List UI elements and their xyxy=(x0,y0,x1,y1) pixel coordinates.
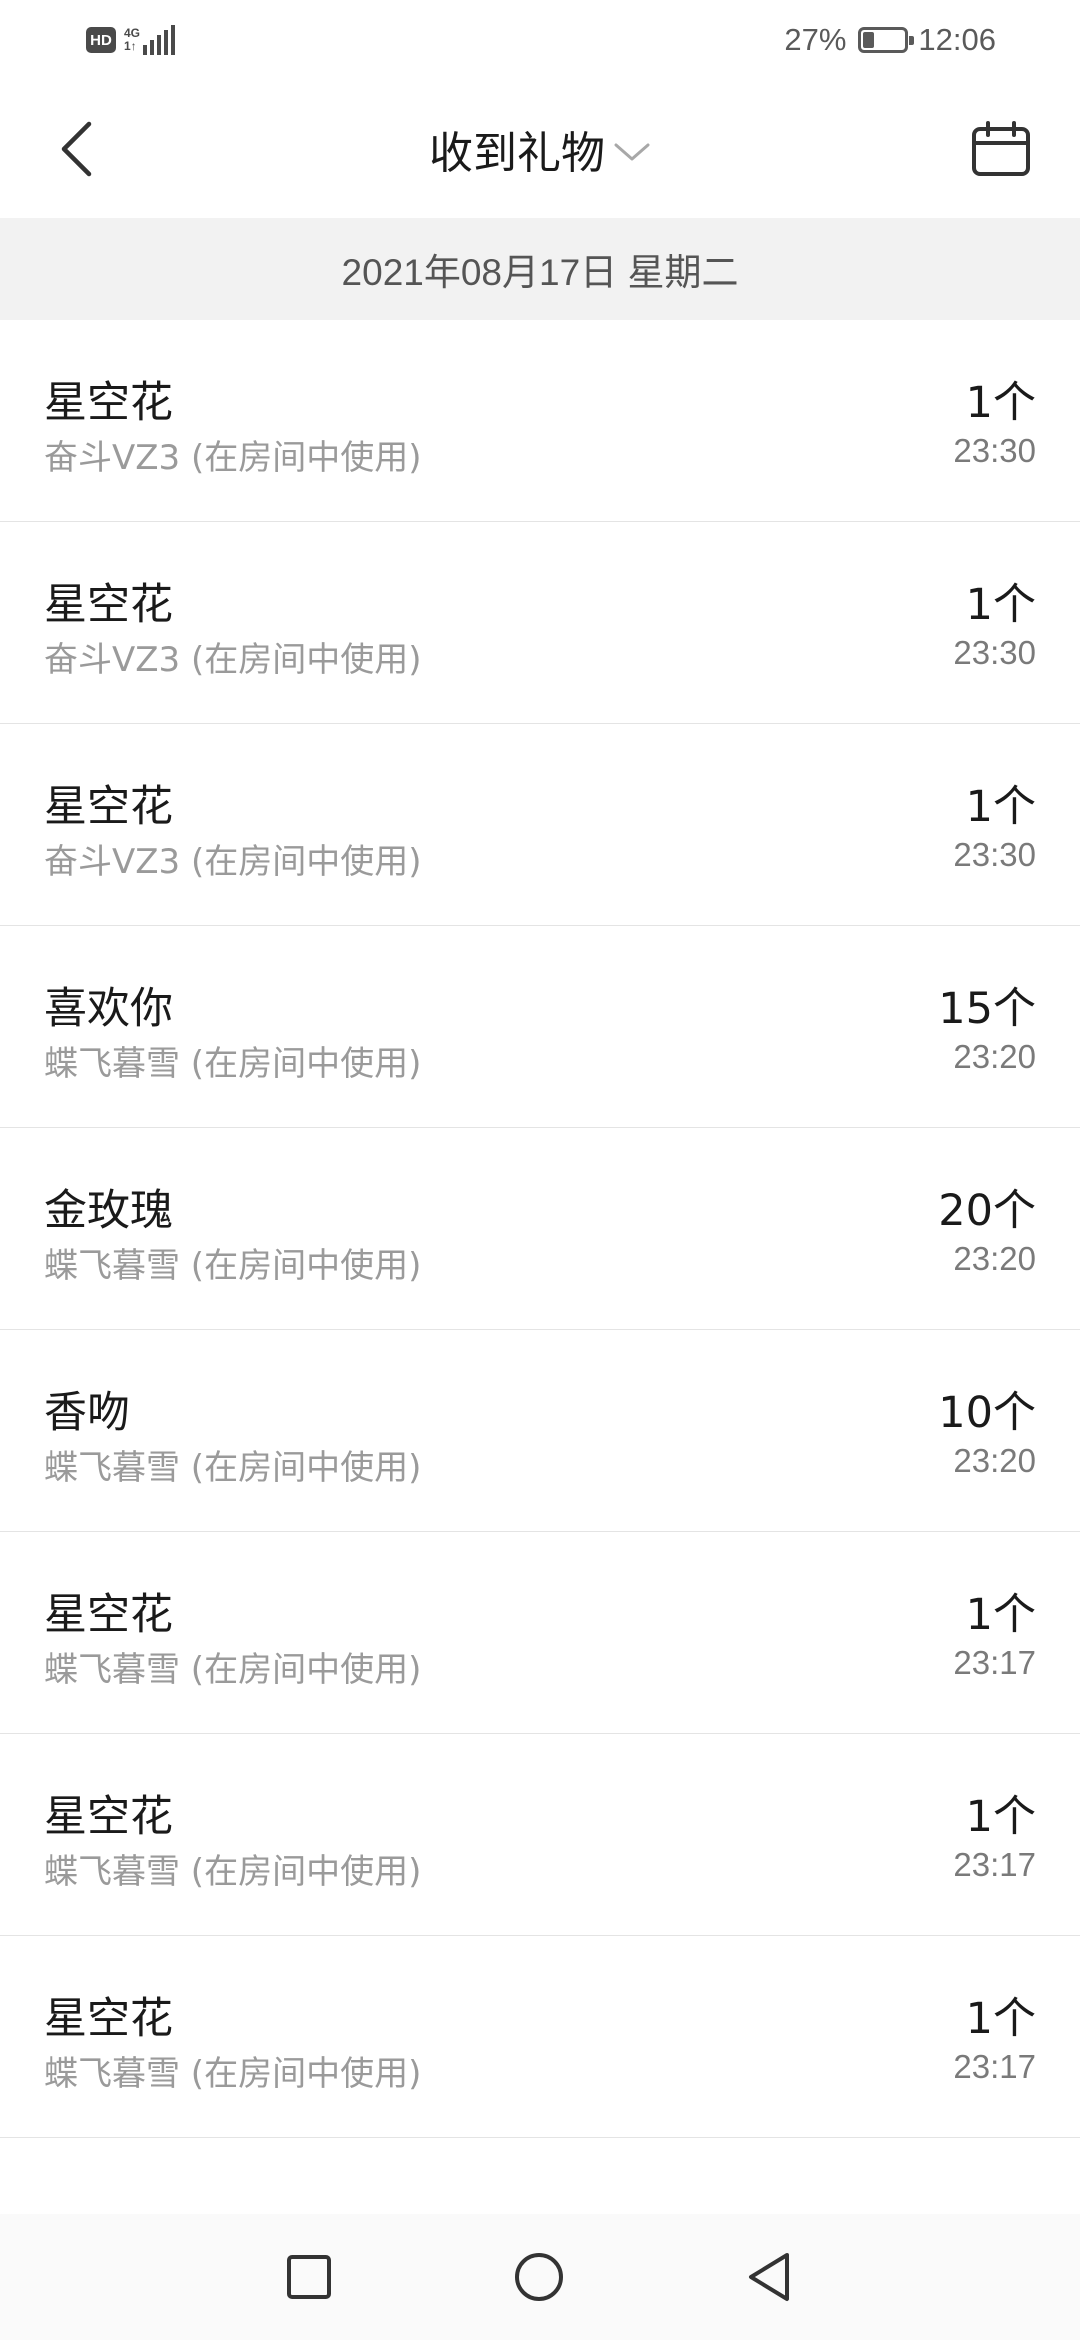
signal-icon xyxy=(143,25,178,55)
gift-sender: 蝶飞暮雪 (在房间中使用) xyxy=(44,1044,422,1084)
battery-icon xyxy=(858,27,915,53)
screen: HD 4G 1↑ 27% 12:06 收到礼物 2021年08月17日 星期二 … xyxy=(0,0,1080,2340)
chevron-left-icon xyxy=(61,121,92,177)
gift-name: 金玫瑰 xyxy=(44,1186,173,1236)
gift-time: 23:17 xyxy=(953,1846,1036,1883)
gift-time: 23:20 xyxy=(953,1038,1036,1075)
gift-count: 10个 xyxy=(938,1388,1036,1438)
circle-icon xyxy=(515,2253,563,2301)
hd-badge: HD xyxy=(86,27,116,53)
gift-row[interactable]: 星空花奋斗VZ3 (在房间中使用) 1个 23:30 xyxy=(0,320,1080,522)
gift-count: 20个 xyxy=(938,1186,1036,1236)
gift-time: 23:30 xyxy=(953,634,1036,671)
gift-row[interactable]: 香吻蝶飞暮雪 (在房间中使用) 10个 23:20 xyxy=(0,1330,1080,1532)
gift-name: 星空花 xyxy=(44,378,173,428)
gift-time: 23:20 xyxy=(953,1442,1036,1479)
gift-count: 1个 xyxy=(965,1792,1036,1842)
status-left: HD 4G 1↑ xyxy=(86,25,178,55)
gift-name: 喜欢你 xyxy=(44,984,173,1034)
gift-count: 1个 xyxy=(965,1590,1036,1640)
gift-count: 1个 xyxy=(965,1994,1036,2044)
gift-time: 23:30 xyxy=(953,432,1036,469)
gift-sender: 奋斗VZ3 (在房间中使用) xyxy=(44,842,422,882)
gift-sender: 奋斗VZ3 (在房间中使用) xyxy=(44,640,422,680)
gift-sender: 蝶飞暮雪 (在房间中使用) xyxy=(44,1448,422,1488)
network-sub-label: 1↑ xyxy=(124,39,137,53)
gift-row[interactable]: 金玫瑰蝶飞暮雪 (在房间中使用) 20个 23:20 xyxy=(0,1128,1080,1330)
system-nav-bar xyxy=(0,2214,1080,2340)
gift-row[interactable]: 星空花奋斗VZ3 (在房间中使用) 1个 23:30 xyxy=(0,724,1080,926)
gift-row[interactable]: 星空花蝶飞暮雪 (在房间中使用) 1个 23:17 xyxy=(0,1936,1080,2138)
gift-sender: 蝶飞暮雪 (在房间中使用) xyxy=(44,1650,422,1690)
calendar-button[interactable] xyxy=(966,114,1036,184)
gift-row[interactable]: 星空花奋斗VZ3 (在房间中使用) 1个 23:30 xyxy=(0,522,1080,724)
gift-time: 23:17 xyxy=(953,1644,1036,1681)
gift-time: 23:30 xyxy=(953,836,1036,873)
back-button[interactable] xyxy=(46,114,106,184)
gift-row[interactable]: 喜欢你蝶飞暮雪 (在房间中使用) 15个 23:20 xyxy=(0,926,1080,1128)
network-type: 4G 1↑ xyxy=(124,27,140,53)
square-icon xyxy=(287,2255,331,2299)
status-bar: HD 4G 1↑ 27% 12:06 xyxy=(0,0,1080,80)
gift-sender: 奋斗VZ3 (在房间中使用) xyxy=(44,438,422,478)
gift-sender: 蝶飞暮雪 (在房间中使用) xyxy=(44,2054,422,2094)
gift-name: 星空花 xyxy=(44,580,173,630)
gift-name: 星空花 xyxy=(44,782,173,832)
gift-count: 1个 xyxy=(965,378,1036,428)
title-dropdown[interactable]: 收到礼物 xyxy=(429,117,651,181)
status-right: 27% 12:06 xyxy=(784,22,996,58)
page-title: 收到礼物 xyxy=(429,128,605,179)
nav-back-button[interactable] xyxy=(724,2232,814,2322)
gift-sender: 蝶飞暮雪 (在房间中使用) xyxy=(44,1246,422,1286)
gift-name: 星空花 xyxy=(44,1994,173,2044)
gift-name: 星空花 xyxy=(44,1792,173,1842)
gift-count: 1个 xyxy=(965,580,1036,630)
gift-time: 23:17 xyxy=(953,2048,1036,2085)
clock: 12:06 xyxy=(918,22,996,57)
gift-list: 星空花 奋斗VZ3 (在房间中使用) 1个 23:30 星空花 奋斗VZ3 (在房间中使用… xyxy=(0,320,1080,2138)
gift-count: 15个 xyxy=(938,984,1036,1034)
gift-time: 23:20 xyxy=(953,1240,1036,1277)
gift-name: 香吻 xyxy=(44,1388,130,1438)
home-button[interactable] xyxy=(494,2232,584,2322)
gift-count: 1个 xyxy=(965,782,1036,832)
calendar-icon xyxy=(972,121,1030,176)
chevron-down-icon xyxy=(614,143,650,161)
gift-row[interactable]: 星空花蝶飞暮雪 (在房间中使用) 1个 23:17 xyxy=(0,1532,1080,1734)
gift-sender: 蝶飞暮雪 (在房间中使用) xyxy=(44,1852,422,1892)
battery-percent: 27% xyxy=(784,22,847,57)
recent-apps-button[interactable] xyxy=(264,2232,354,2322)
date-header: 2021年08月17日 星期二 xyxy=(0,218,1080,320)
triangle-back-icon xyxy=(749,2253,789,2301)
gift-row[interactable]: 星空花蝶飞暮雪 (在房间中使用) 1个 23:17 xyxy=(0,1734,1080,1936)
top-bar: 收到礼物 xyxy=(0,80,1080,218)
gift-name: 星空花 xyxy=(44,1590,173,1640)
